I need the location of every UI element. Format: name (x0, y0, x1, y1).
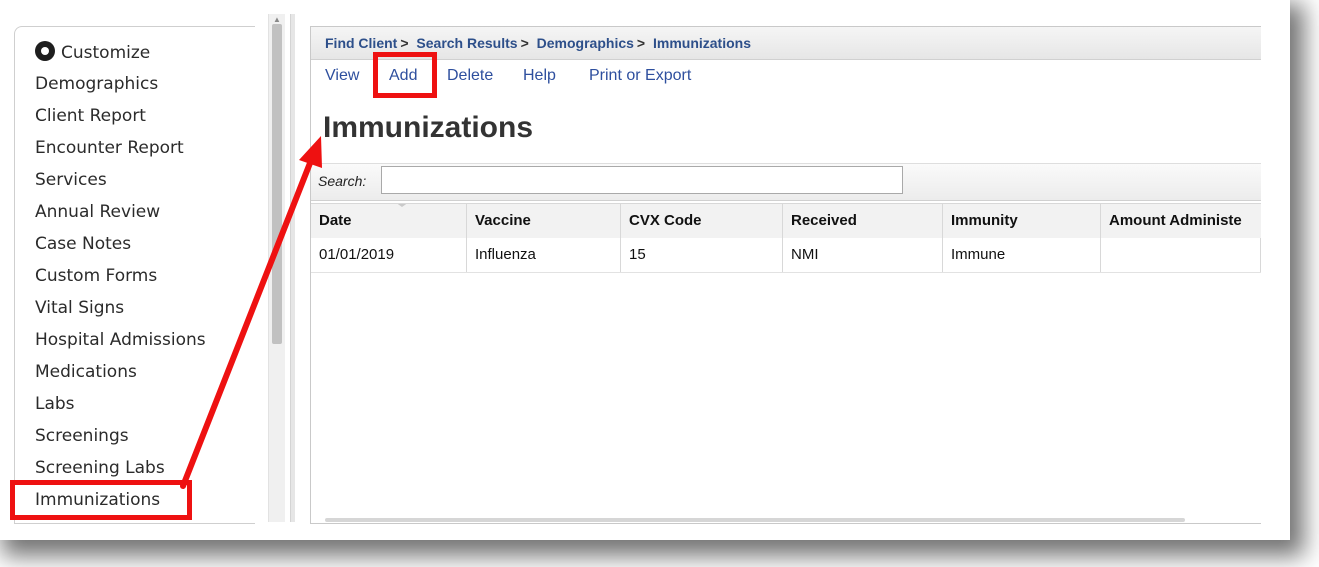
screenshot-frame: Customize Demographics Client Report Enc… (0, 0, 1290, 540)
annotation-arrow-icon (180, 136, 322, 489)
arrow-head (299, 136, 322, 168)
arrow-shaft (180, 155, 315, 489)
